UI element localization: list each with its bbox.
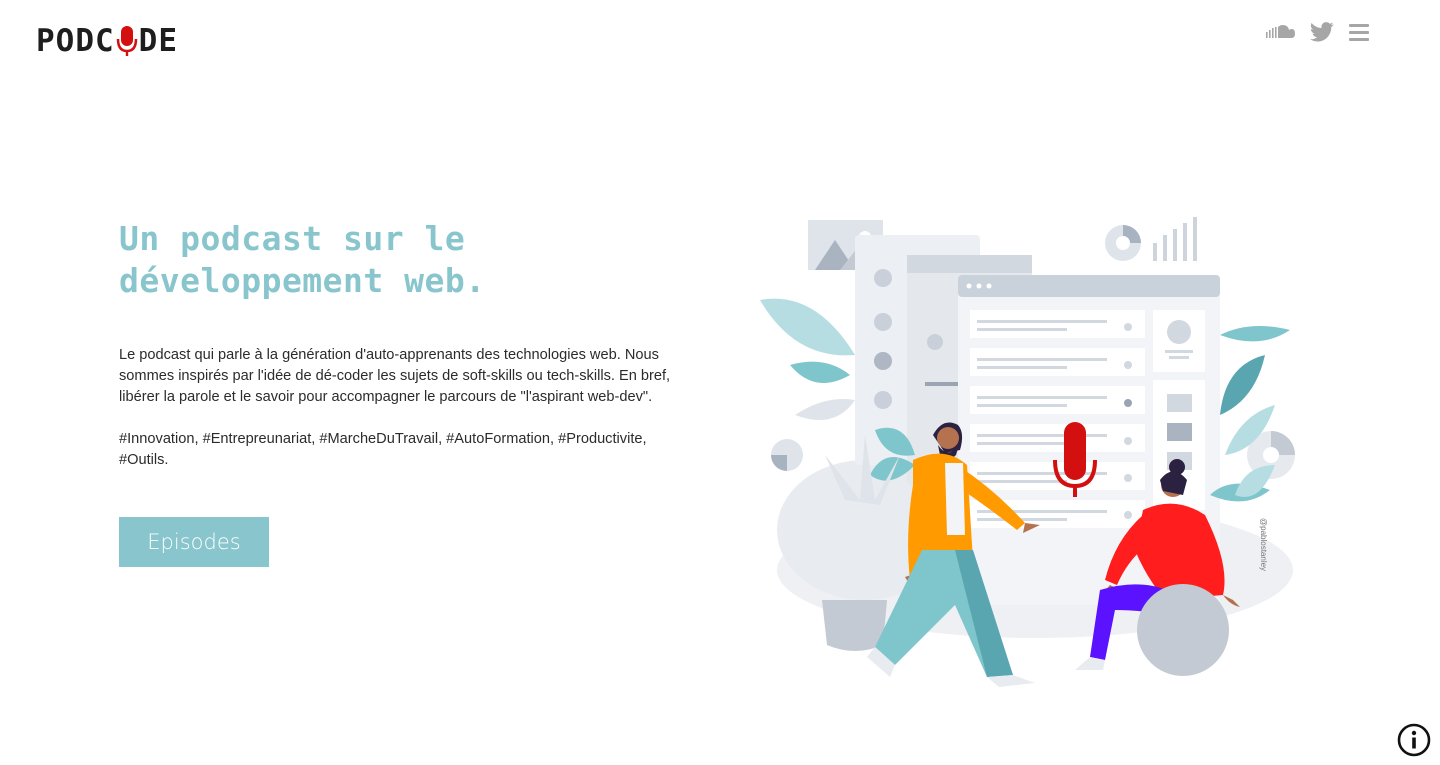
twitter-link[interactable] [1310, 22, 1334, 42]
soundcloud-icon [1266, 25, 1295, 38]
pie-chart-icon [1105, 225, 1141, 261]
bar-chart-icon [1153, 217, 1197, 261]
pie-chart-left-icon [771, 439, 803, 471]
twitter-icon [1310, 22, 1334, 42]
top-nav [1266, 22, 1370, 42]
microphone-logo-icon [116, 26, 137, 56]
info-icon[interactable] [1397, 723, 1431, 757]
podcast-illustration: @pablostanley [760, 217, 1295, 687]
soundcloud-link[interactable] [1266, 24, 1296, 40]
logo-text-right: DE [138, 23, 178, 59]
episodes-button[interactable]: Episodes [119, 517, 269, 567]
illustration-credit: @pablostanley [1259, 518, 1268, 571]
hero-title: Un podcast sur le développement web. [119, 219, 486, 300]
logo[interactable]: PODC DE [36, 22, 178, 60]
menu-icon [1349, 24, 1369, 41]
hero-description: Le podcast qui parle à la génération d'a… [119, 347, 671, 405]
logo-text-left: PODC [36, 23, 115, 59]
menu-button[interactable] [1348, 22, 1370, 42]
hero-tags: #Innovation, #Entrepreunariat, #MarcheDu… [119, 431, 647, 468]
